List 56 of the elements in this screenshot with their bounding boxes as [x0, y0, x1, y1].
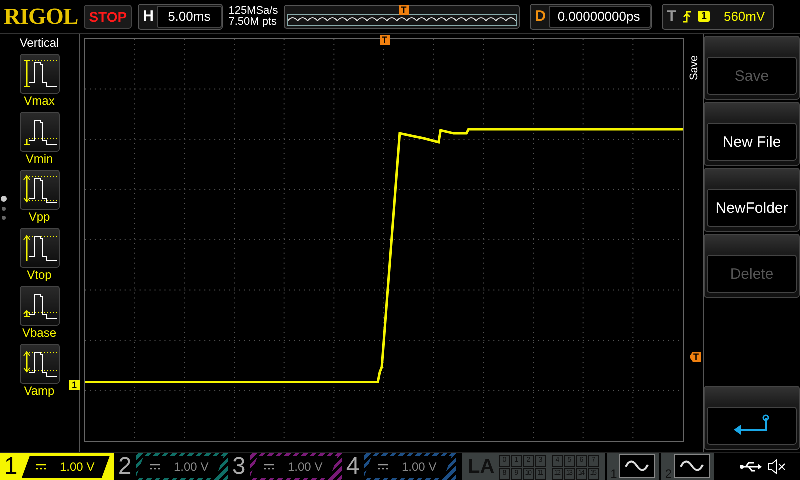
back-button[interactable]: [704, 386, 800, 450]
measurement-label: Vamp: [24, 384, 55, 398]
channel-scale: 1.00 V: [402, 460, 437, 474]
channel-number: 2: [114, 453, 136, 480]
measurement-button[interactable]: [20, 228, 60, 268]
sample-rate: 125MSa/s: [228, 6, 278, 16]
softkey-button[interactable]: NewFolder: [704, 168, 800, 232]
trigger-label: T: [667, 8, 676, 25]
delay-value: 0.00000000ps: [549, 6, 652, 28]
rising-edge-icon: [682, 10, 692, 24]
channel-number: 1: [3, 453, 19, 480]
menu-title: Save: [688, 55, 701, 81]
channel-number: 3: [228, 453, 250, 480]
dc-coupling-icon: [150, 464, 160, 470]
trigger-source: 1: [698, 11, 710, 22]
measurement-label: Vmax: [24, 94, 55, 108]
delay-box[interactable]: D 0.00000000ps: [530, 4, 652, 30]
channel-scale: 1.00 V: [288, 460, 323, 474]
measurement-button[interactable]: [20, 112, 60, 152]
measurement-label: Vtop: [27, 268, 52, 282]
dc-coupling-icon: [264, 464, 274, 470]
horizontal-scale-box[interactable]: H 5.00ms: [138, 4, 223, 30]
channel-number: 4: [342, 453, 364, 480]
menu-title: Vertical: [20, 36, 60, 50]
logo: RIGOL: [4, 4, 78, 30]
trigger-level-value: 560mV: [724, 9, 766, 24]
channel-tab[interactable]: 1 1.00 V: [0, 453, 114, 480]
return-arrow-icon: [732, 414, 772, 438]
measurement-button[interactable]: [20, 344, 60, 384]
channel-scale: 1.00 V: [174, 460, 209, 474]
softkey-button[interactable]: New File: [704, 102, 800, 166]
trigger-position-marker: T: [399, 4, 409, 14]
trigger-box[interactable]: T 1 560mV: [662, 4, 774, 30]
dc-coupling-icon: [378, 464, 388, 470]
measurement-button[interactable]: [20, 54, 60, 94]
measurement-label: Vmin: [26, 152, 54, 166]
measurement-label: Vbase: [22, 326, 57, 340]
dc-coupling-icon: [36, 464, 46, 470]
delay-label: D: [535, 8, 548, 25]
horizontal-label: H: [143, 8, 155, 25]
trigger-level-marker: T: [690, 352, 701, 362]
channel-tab[interactable]: 4 1.00 V: [342, 453, 456, 480]
measurement-label: Vpp: [28, 210, 50, 224]
channel-tab[interactable]: 2 1.00 V: [114, 453, 228, 480]
run-stop-button[interactable]: STOP: [84, 4, 132, 28]
timebase-value: 5.00ms: [157, 6, 222, 28]
measurement-button[interactable]: [20, 170, 60, 210]
speaker-muted-icon: [768, 459, 786, 475]
trigger-position-marker: T: [380, 35, 390, 45]
memory-depth: 7.50M pts: [228, 16, 278, 28]
channel-tab[interactable]: 3 1.00 V: [228, 453, 342, 480]
measurement-button[interactable]: [20, 286, 60, 326]
waveform-overview-icon: [287, 14, 518, 26]
usb-icon: [740, 461, 762, 473]
channel-marker: 1: [69, 380, 80, 390]
channel-scale: 1.00 V: [60, 460, 95, 474]
